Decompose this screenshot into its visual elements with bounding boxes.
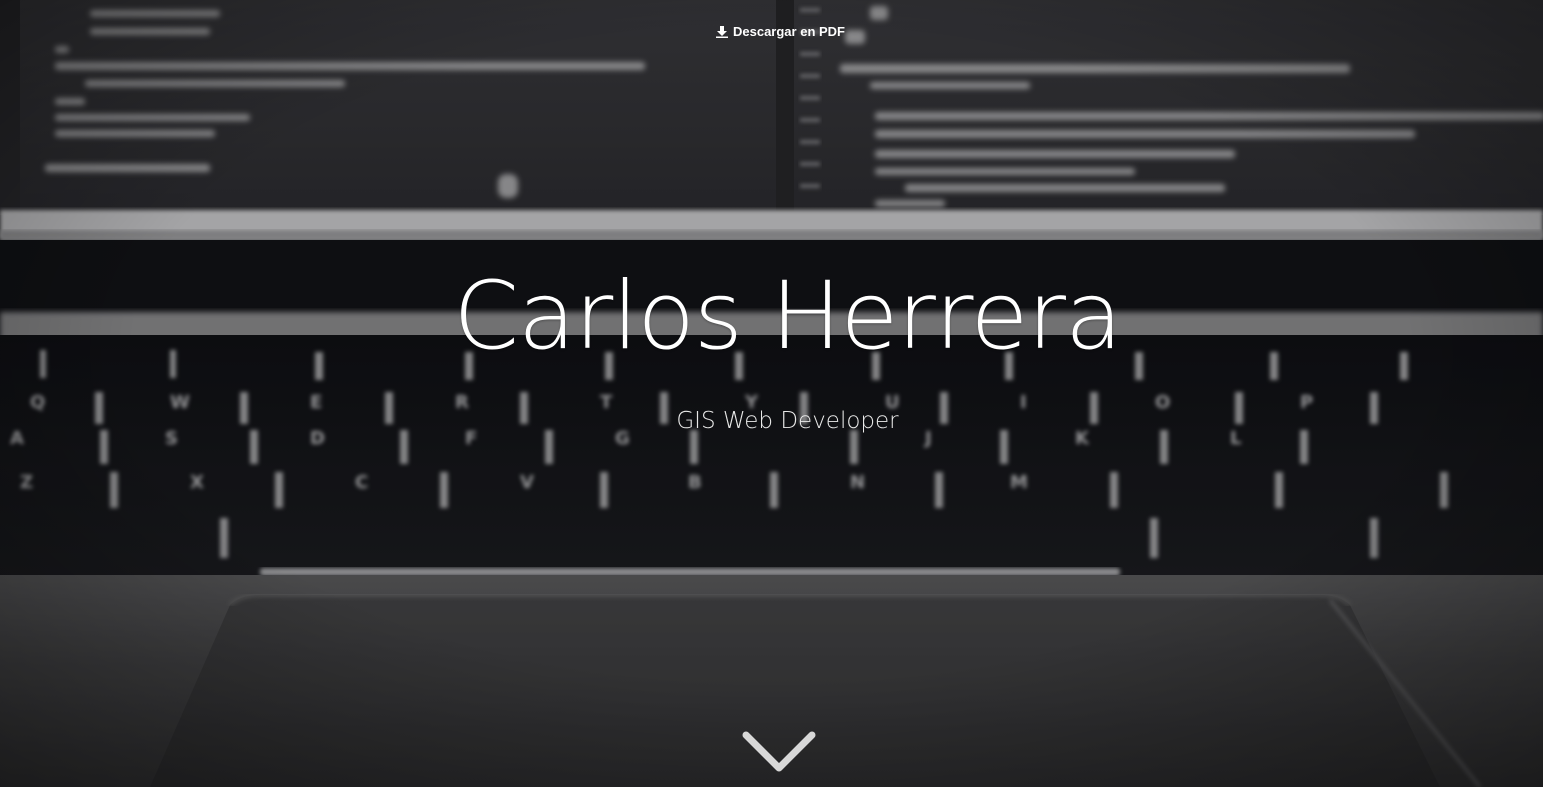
hero-name: Carlos Herrera [453,262,1122,371]
download-pdf-content: Descargar en PDF [716,22,845,42]
download-icon [716,26,728,38]
hero-background-image: Q W E R T Y U I O P A S D F G J K L Z X … [0,0,1543,787]
scroll-down-button[interactable] [741,730,817,776]
chevron-down-icon [742,731,816,772]
hero-role: GIS Web Developer [676,408,899,434]
download-pdf-label: Descargar en PDF [733,24,845,39]
download-pdf-link[interactable]: Descargar en PDF [0,22,1543,44]
hero-section: Q W E R T Y U I O P A S D F G J K L Z X … [0,0,1543,787]
